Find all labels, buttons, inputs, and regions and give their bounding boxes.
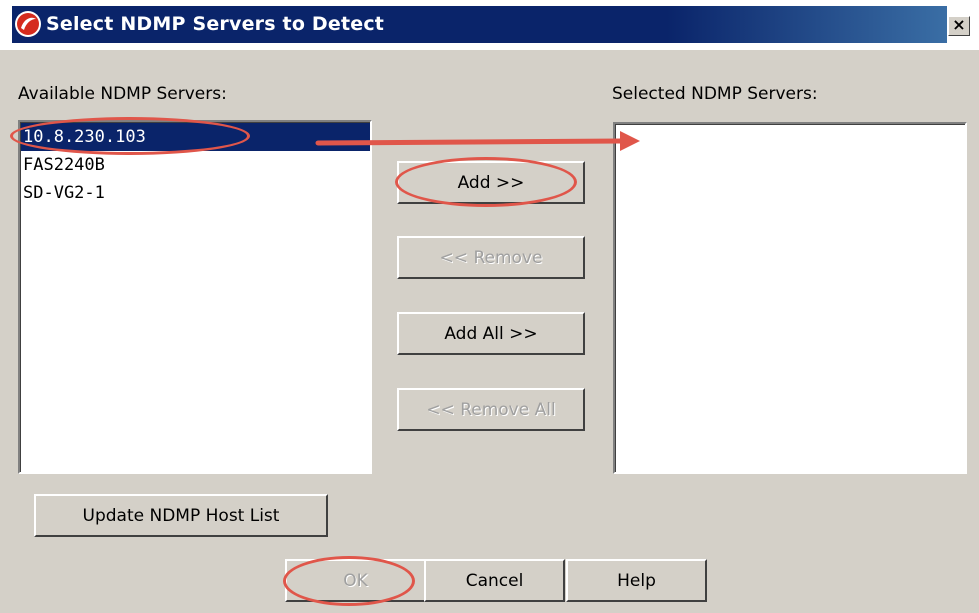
available-server-item[interactable]: 10.8.230.103	[21, 123, 370, 151]
available-server-item[interactable]: SD-VG2-1	[21, 179, 370, 207]
close-icon: ×	[952, 15, 966, 34]
available-servers-list: 10.8.230.103 FAS2240B SD-VG2-1	[20, 122, 370, 472]
selected-servers-label: Selected NDMP Servers:	[612, 84, 818, 104]
app-logo-icon	[15, 11, 41, 37]
selected-servers-listbox[interactable]	[613, 122, 967, 474]
add-all-button[interactable]: Add All >>	[397, 312, 585, 355]
update-ndmp-host-list-button[interactable]: Update NDMP Host List	[34, 494, 328, 537]
available-server-item[interactable]: FAS2240B	[21, 151, 370, 179]
selected-servers-list	[615, 124, 965, 472]
remove-all-button[interactable]: << Remove All	[397, 388, 585, 431]
ok-button[interactable]: OK	[285, 559, 426, 602]
cancel-button[interactable]: Cancel	[424, 559, 565, 602]
available-servers-listbox[interactable]: 10.8.230.103 FAS2240B SD-VG2-1	[18, 120, 372, 474]
add-button[interactable]: Add >>	[397, 161, 585, 204]
remove-button[interactable]: << Remove	[397, 236, 585, 279]
title-bar: Select NDMP Servers to Detect ×	[0, 0, 979, 50]
dialog-title: Select NDMP Servers to Detect	[46, 13, 385, 35]
available-servers-label: Available NDMP Servers:	[18, 84, 227, 104]
close-button[interactable]: ×	[948, 16, 970, 36]
help-button[interactable]: Help	[566, 559, 707, 602]
select-ndmp-dialog: Select NDMP Servers to Detect × Availabl…	[0, 0, 979, 613]
